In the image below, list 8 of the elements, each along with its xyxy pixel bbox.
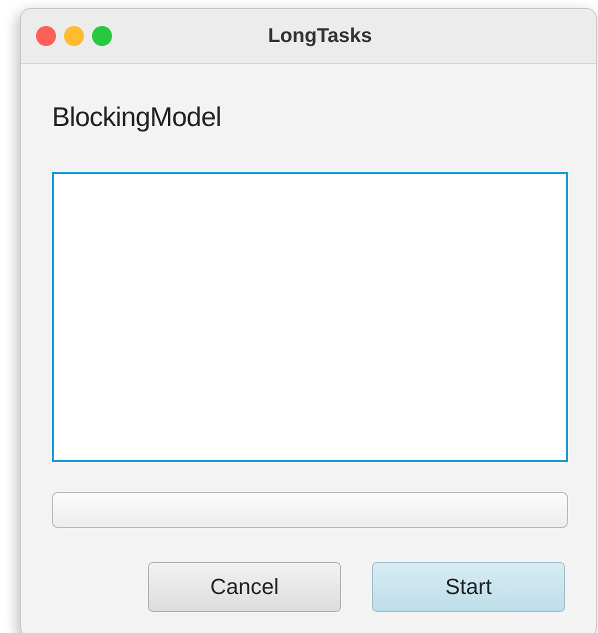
heading-label: BlockingModel <box>52 102 222 134</box>
minimize-button[interactable] <box>64 26 84 46</box>
dialog-button[interactable]: Cancel <box>148 562 341 612</box>
text-area[interactable] <box>52 172 568 462</box>
zoom-button[interactable] <box>92 26 112 46</box>
close-button[interactable] <box>36 26 56 46</box>
dialog-button[interactable]: Start <box>372 562 565 612</box>
window-title: LongTasks <box>266 24 372 48</box>
